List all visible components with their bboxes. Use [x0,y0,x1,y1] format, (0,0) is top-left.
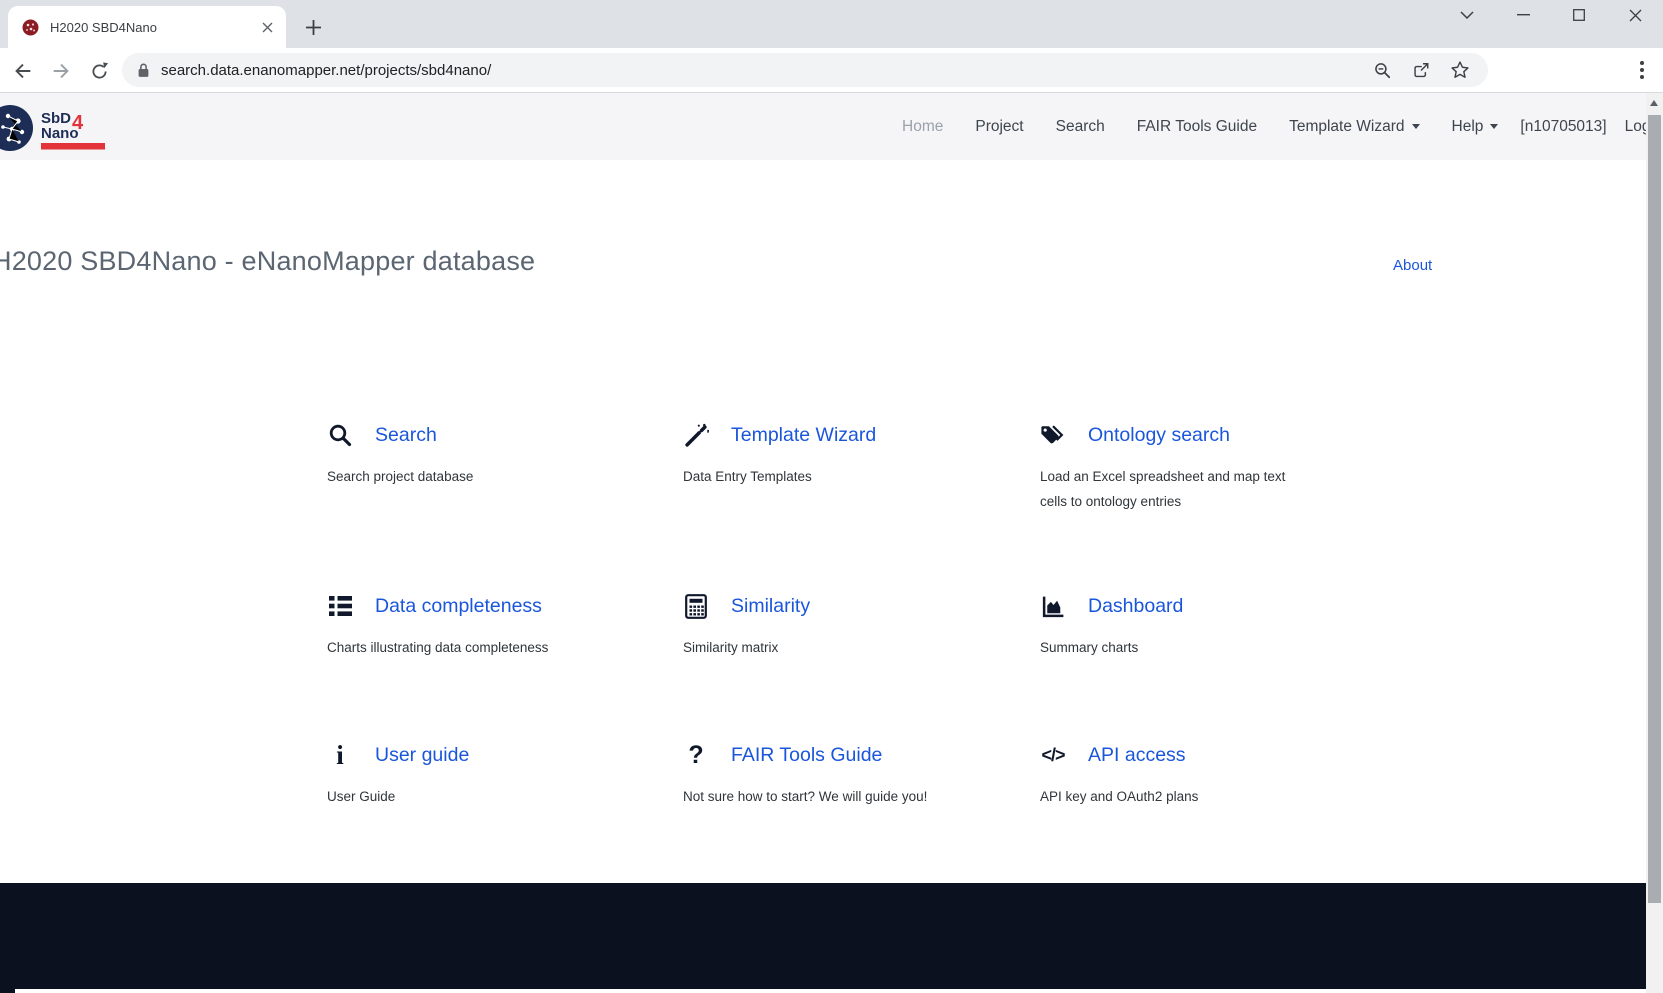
url-text[interactable]: search.data.enanomapper.net/projects/sbd… [161,62,491,79]
area-chart-icon [1040,592,1066,620]
forward-button[interactable] [46,56,76,86]
card-api-access: </> API access API key and OAuth2 plans [1040,741,1350,809]
vertical-scrollbar[interactable] [1646,93,1663,993]
nav-item-template-wizard[interactable]: Template Wizard [1289,118,1419,136]
card-similarity: Similarity Similarity matrix [683,592,993,660]
share-icon[interactable] [1411,61,1431,80]
card-similarity-link[interactable]: Similarity [731,595,810,618]
table-icon [683,592,709,620]
maximize-button[interactable] [1551,0,1607,30]
card-dashboard-link[interactable]: Dashboard [1088,595,1183,618]
scrollbar-up-arrow-icon[interactable] [1650,100,1658,106]
browser-window: H2020 SBD4Nano [0,0,1663,993]
card-template-wizard-subtitle: Data Entry Templates [683,464,993,489]
site-nav-links: Home Project Search FAIR Tools Guide Tem… [902,93,1646,160]
page-title: H2020 SBD4Nano - eNanoMapper database [0,246,535,277]
tab-title: H2020 SBD4Nano [50,20,247,35]
card-fair-tools-guide-subtitle: Not sure how to start? We will guide you… [683,784,993,809]
tab-search-chevron-icon[interactable] [1439,0,1495,30]
card-api-access-subtitle: API key and OAuth2 plans [1040,784,1350,809]
card-dashboard: Dashboard Summary charts [1040,592,1350,660]
reload-button[interactable] [84,56,114,86]
lock-icon[interactable] [136,62,151,79]
card-fair-tools-guide-link[interactable]: FAIR Tools Guide [731,744,882,767]
browser-tab[interactable]: H2020 SBD4Nano [8,6,286,48]
address-bar-actions [1373,60,1474,80]
card-data-completeness: Data completeness Charts illustrating da… [327,592,637,660]
logout-link[interactable]: Log out [1625,118,1646,136]
new-tab-button[interactable] [298,12,328,42]
sbd4nano-logo[interactable]: SbD 4 Nano [0,101,130,155]
scrollbar-thumb[interactable] [1648,115,1661,903]
tags-icon [1040,421,1066,449]
card-user-guide: i User guide User Guide [327,741,637,809]
card-fair-tools-guide: ? FAIR Tools Guide Not sure how to start… [683,741,993,809]
code-icon: </> [1040,741,1066,769]
window-controls [1439,0,1663,30]
logo-text-nano: Nano [41,125,79,142]
info-icon: i [327,741,353,769]
tab-close-icon[interactable] [258,18,276,36]
nav-item-home[interactable]: Home [902,118,943,136]
card-data-completeness-subtitle: Charts illustrating data completeness [327,635,637,660]
card-template-wizard: Template Wizard Data Entry Templates [683,421,993,489]
address-bar[interactable]: search.data.enanomapper.net/projects/sbd… [122,53,1488,87]
card-search: Search Search project database [327,421,637,489]
browser-menu-icon[interactable] [1628,56,1656,84]
tab-strip: H2020 SBD4Nano [0,0,1663,48]
card-data-completeness-link[interactable]: Data completeness [375,595,542,618]
page-content: SbD 4 Nano Home Project Search FAIR Tool… [0,93,1646,993]
nav-item-help[interactable]: Help [1452,118,1499,136]
back-button[interactable] [8,56,38,86]
chevron-down-icon [1490,124,1498,129]
close-window-button[interactable] [1607,0,1663,30]
card-user-guide-link[interactable]: User guide [375,744,469,767]
favicon-icon [22,19,39,36]
question-icon: ? [683,741,709,769]
card-ontology-search: Ontology search Load an Excel spreadshee… [1040,421,1302,514]
zoom-out-icon[interactable] [1373,61,1392,80]
card-similarity-subtitle: Similarity matrix [683,635,993,660]
card-api-access-link[interactable]: API access [1088,744,1186,767]
card-search-link[interactable]: Search [375,424,437,447]
chevron-down-icon [1412,124,1420,129]
card-user-guide-subtitle: User Guide [327,784,637,809]
about-link[interactable]: About [1393,257,1432,274]
user-id-label[interactable]: [n10705013] [1520,118,1606,136]
card-template-wizard-link[interactable]: Template Wizard [731,424,876,447]
window-bottom-edge [15,989,1646,993]
nav-item-search[interactable]: Search [1056,118,1105,136]
nav-item-fair-tools-guide[interactable]: FAIR Tools Guide [1137,118,1257,136]
minimize-button[interactable] [1495,0,1551,30]
bookmark-star-icon[interactable] [1450,60,1470,80]
magic-wand-icon [683,421,709,449]
card-ontology-search-link[interactable]: Ontology search [1088,424,1230,447]
card-search-subtitle: Search project database [327,464,637,489]
nav-item-project[interactable]: Project [975,118,1023,136]
list-icon [327,592,353,620]
search-icon [327,421,353,449]
card-ontology-search-subtitle: Load an Excel spreadsheet and map text c… [1040,464,1302,514]
page-footer: Acknowledgements This project has receiv… [0,883,1646,993]
card-dashboard-subtitle: Summary charts [1040,635,1350,660]
